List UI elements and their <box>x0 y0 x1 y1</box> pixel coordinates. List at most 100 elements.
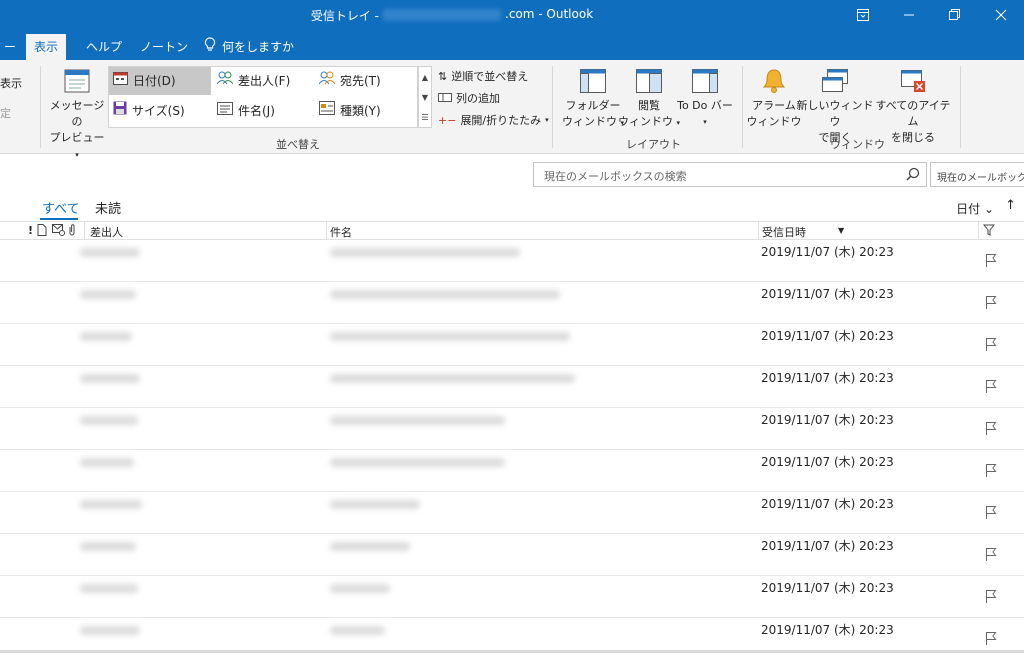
received-date: 2019/11/07 (木) 20:23 <box>761 581 894 595</box>
from-column[interactable]: 差出人 <box>90 224 123 240</box>
flag-icon[interactable] <box>985 463 997 480</box>
arrange-subject-label: 件名(J) <box>238 104 275 118</box>
people-to-icon <box>318 67 336 95</box>
todo-bar-icon <box>691 68 719 94</box>
arrange-subject[interactable]: 件名(J) <box>213 97 313 125</box>
gallery-scroll[interactable]: ▲ ▼ ☰ <box>418 66 432 128</box>
message-preview-line1: メッセージの <box>49 99 105 128</box>
scroll-up-icon[interactable]: ▲ <box>422 73 428 82</box>
expand-collapse-button[interactable]: +− 展開/折りたたみ ▾ <box>438 112 549 128</box>
subject-column[interactable]: 件名 <box>330 224 352 240</box>
search-icon[interactable] <box>906 167 920 184</box>
arrange-to[interactable]: 宛先(T) <box>315 67 415 95</box>
search-scope-dropdown[interactable]: 現在のメールボックス <box>930 162 1024 187</box>
message-row[interactable]: 2019/11/07 (木) 20:23 <box>0 282 1024 324</box>
message-row[interactable]: 2019/11/07 (木) 20:23 <box>0 450 1024 492</box>
minimize-icon[interactable] <box>886 0 932 30</box>
message-row[interactable]: 2019/11/07 (木) 20:23 <box>0 492 1024 534</box>
message-row[interactable]: 2019/11/07 (木) 20:23 <box>0 366 1024 408</box>
reading-pane-line1: 閲覧 <box>638 99 660 112</box>
dropdown-icon: ▾ <box>545 116 549 124</box>
attachment-icon[interactable] <box>68 224 76 239</box>
tab-partial[interactable]: ー <box>0 34 24 60</box>
ribbon: 表示 定 メッセージの プレビュー ▾ 日付(D) 差出人(F) 宛先(T) サ… <box>0 60 1024 159</box>
close-all-icon <box>899 68 927 94</box>
tell-me-label: 何をしますか <box>222 40 295 54</box>
expand-collapse-icon: +− <box>438 113 457 127</box>
add-columns-label: 列の追加 <box>456 92 500 105</box>
message-row[interactable]: 2019/11/07 (木) 20:23 <box>0 618 1024 653</box>
search-placeholder: 現在のメールボックスの検索 <box>544 170 687 183</box>
add-columns-button[interactable]: 列の追加 <box>438 90 500 106</box>
sort-direction-icon[interactable]: ↑ <box>1005 198 1016 213</box>
close-all-items-button[interactable]: すべてのアイテム を閉じる <box>872 66 954 146</box>
arrange-date-label: 日付(D) <box>133 74 176 88</box>
search-input[interactable]: 現在のメールボックスの検索 <box>533 162 927 187</box>
redacted-sender <box>80 458 134 467</box>
scroll-down-icon[interactable]: ▼ <box>422 93 428 102</box>
message-preview-line2: プレビュー <box>49 131 105 144</box>
arrange-date[interactable]: 日付(D) <box>109 67 211 95</box>
reminders-line1: アラーム <box>752 99 796 112</box>
arrange-size[interactable]: サイズ(S) <box>109 97 211 125</box>
received-date: 2019/11/07 (木) 20:23 <box>761 455 894 469</box>
arrangement-gallery: 日付(D) 差出人(F) 宛先(T) サイズ(S) 件名(J) 種類(Y) <box>108 66 418 128</box>
reminder-column-icon[interactable] <box>52 224 65 239</box>
tab-view[interactable]: 表示 <box>26 34 67 60</box>
tell-me[interactable]: 何をしますか <box>196 34 302 60</box>
arrange-size-label: サイズ(S) <box>132 104 185 118</box>
arrangement-group-label: 並べ替え <box>276 138 320 151</box>
tab-norton[interactable]: ノートン <box>132 34 196 60</box>
received-date: 2019/11/07 (木) 20:23 <box>761 497 894 511</box>
flag-icon[interactable] <box>985 253 997 270</box>
folder-pane-line2: ウィンドウ <box>562 115 617 128</box>
filter-all-underline <box>40 218 78 220</box>
redacted-account <box>383 9 502 21</box>
flag-icon[interactable] <box>985 631 997 648</box>
message-preview-button[interactable]: メッセージの プレビュー ▾ <box>48 66 106 163</box>
message-row[interactable]: 2019/11/07 (木) 20:23 <box>0 408 1024 450</box>
title-bar: 受信トレイ - .com - Outlook <box>0 0 1024 30</box>
column-header: ! 差出人 件名 受信日時 ▼ <box>0 221 1024 240</box>
reminders-window-button[interactable]: アラーム ウィンドウ <box>746 66 802 130</box>
partial-view-button[interactable]: 表示 <box>0 76 22 92</box>
flag-icon[interactable] <box>985 421 997 438</box>
flag-icon[interactable] <box>985 379 997 396</box>
folder-pane-button[interactable]: フォルダー ウィンドウ ▾ <box>562 66 624 131</box>
document-icon[interactable] <box>37 224 47 239</box>
redacted-subject <box>330 416 505 425</box>
filter-unread[interactable]: 未読 <box>95 198 121 217</box>
redacted-sender <box>80 542 136 551</box>
open-new-window-button[interactable]: 新しいウィンドウ で開く <box>796 66 874 146</box>
reading-pane-icon <box>635 68 663 94</box>
ribbon-display-options-icon[interactable] <box>840 0 886 30</box>
close-icon[interactable] <box>978 0 1024 30</box>
sort-by-label: 日付 <box>956 202 981 216</box>
partial-reset-button[interactable]: 定 <box>0 106 11 122</box>
message-row[interactable]: 2019/11/07 (木) 20:23 <box>0 324 1024 366</box>
dropdown-icon: ▾ <box>703 118 707 126</box>
chevron-down-icon: ⌄ <box>983 202 994 216</box>
tab-help[interactable]: ヘルプ <box>78 34 130 60</box>
gallery-more-icon[interactable]: ☰ <box>421 113 428 122</box>
restore-icon[interactable] <box>932 0 978 30</box>
arrange-from[interactable]: 差出人(F) <box>213 67 313 95</box>
flag-filter-icon[interactable] <box>982 224 996 239</box>
received-column[interactable]: 受信日時 <box>762 224 806 240</box>
importance-column[interactable]: ! <box>28 224 33 237</box>
reverse-sort-button[interactable]: ⇅ 逆順で並べ替え <box>438 68 528 84</box>
message-row[interactable]: 2019/11/07 (木) 20:23 <box>0 534 1024 576</box>
flag-icon[interactable] <box>985 547 997 564</box>
received-date: 2019/11/07 (木) 20:23 <box>761 287 894 301</box>
sort-by-dropdown[interactable]: 日付 ⌄ <box>956 200 994 217</box>
flag-icon[interactable] <box>985 589 997 606</box>
todo-bar-button[interactable]: To Do バー ▾ <box>674 66 736 130</box>
arrange-type[interactable]: 種類(Y) <box>315 97 415 125</box>
message-row[interactable]: 2019/11/07 (木) 20:23 <box>0 240 1024 282</box>
flag-icon[interactable] <box>985 295 997 312</box>
reading-pane-button[interactable]: 閲覧 ウィンドウ ▾ <box>618 66 680 131</box>
filter-all[interactable]: すべて <box>42 198 80 217</box>
message-row[interactable]: 2019/11/07 (木) 20:23 <box>0 576 1024 618</box>
flag-icon[interactable] <box>985 505 997 522</box>
flag-icon[interactable] <box>985 337 997 354</box>
